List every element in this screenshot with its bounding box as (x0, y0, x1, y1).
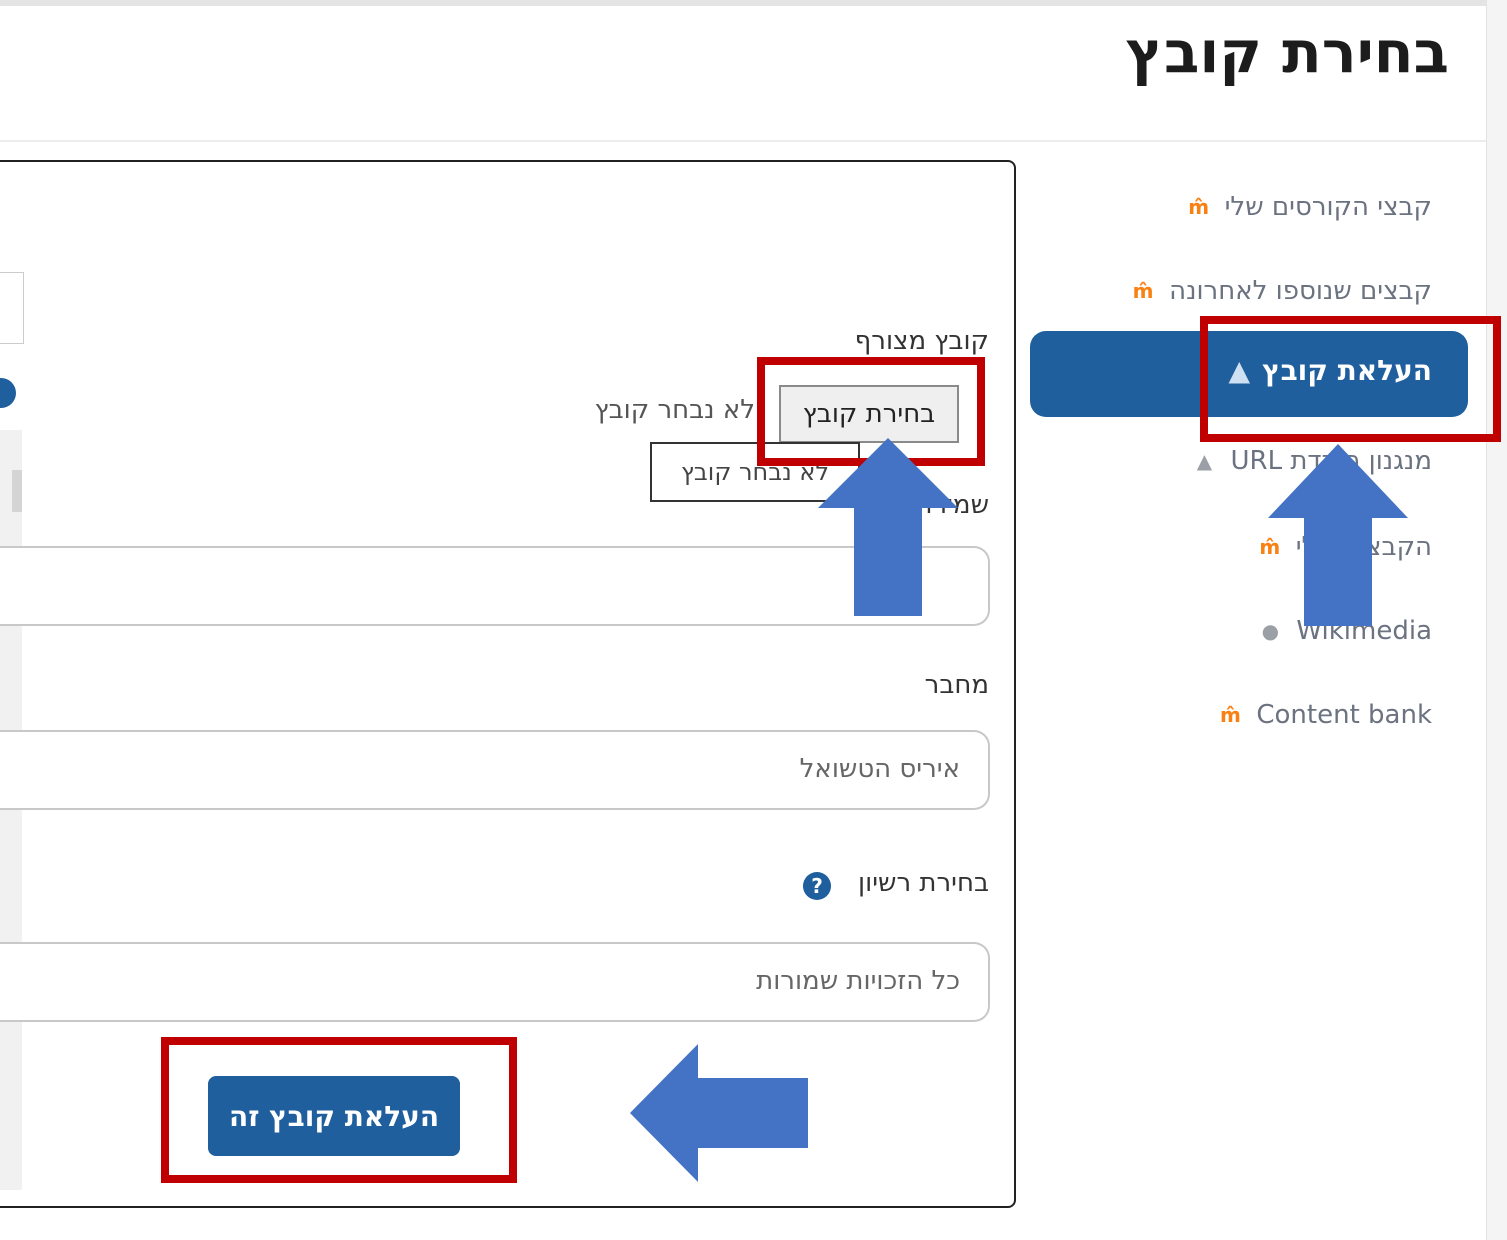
sidebar-item-label: קבצי הקורסים שלי (1224, 192, 1432, 222)
author-value: איריס הטשואל (799, 754, 960, 784)
help-icon[interactable]: ? (803, 872, 831, 900)
arrow-up-icon (818, 438, 958, 616)
sidebar-item-recent-files[interactable]: m̂ קבצים שנוספו לאחרונה (1129, 271, 1432, 311)
arrow-left-icon (630, 1044, 808, 1182)
left-scroll-strip (0, 430, 22, 1190)
scrollbar-area[interactable] (1486, 0, 1507, 1240)
sidebar-item-label: קבצים שנוספו לאחרונה (1169, 276, 1432, 306)
moodle-icon: m̂ (1188, 195, 1210, 219)
license-select[interactable]: כל הזכויות שמורות (0, 942, 990, 1022)
moodle-icon: m̂ (1132, 279, 1154, 303)
highlight-upload-tab (1200, 316, 1501, 442)
no-file-chosen-text: לא נבחר קובץ (594, 395, 755, 425)
download-icon: ▲ (1196, 449, 1213, 473)
sidebar-item-label: Content bank (1256, 700, 1432, 730)
author-label: מחבר (924, 670, 989, 700)
license-label: בחירת רשיון (858, 868, 989, 898)
attachment-label: קובץ מצורף (854, 326, 989, 356)
moodle-icon: m̂ (1219, 703, 1241, 727)
header-divider (0, 140, 1486, 142)
partial-input (0, 272, 24, 344)
top-border (0, 0, 1507, 6)
author-field[interactable]: איריס הטשואל (0, 730, 990, 810)
arrow-up-icon (1268, 444, 1408, 626)
sidebar-item-course-files[interactable]: m̂ קבצי הקורסים שלי (1185, 187, 1432, 227)
highlight-upload-button (161, 1037, 517, 1183)
sidebar-item-content-bank[interactable]: m̂ Content bank (1216, 695, 1432, 735)
license-value: כל הזכויות שמורות (756, 966, 960, 996)
dialog-title: בחירת קובץ (1125, 18, 1449, 86)
scrollbar-thumb[interactable] (12, 470, 22, 512)
